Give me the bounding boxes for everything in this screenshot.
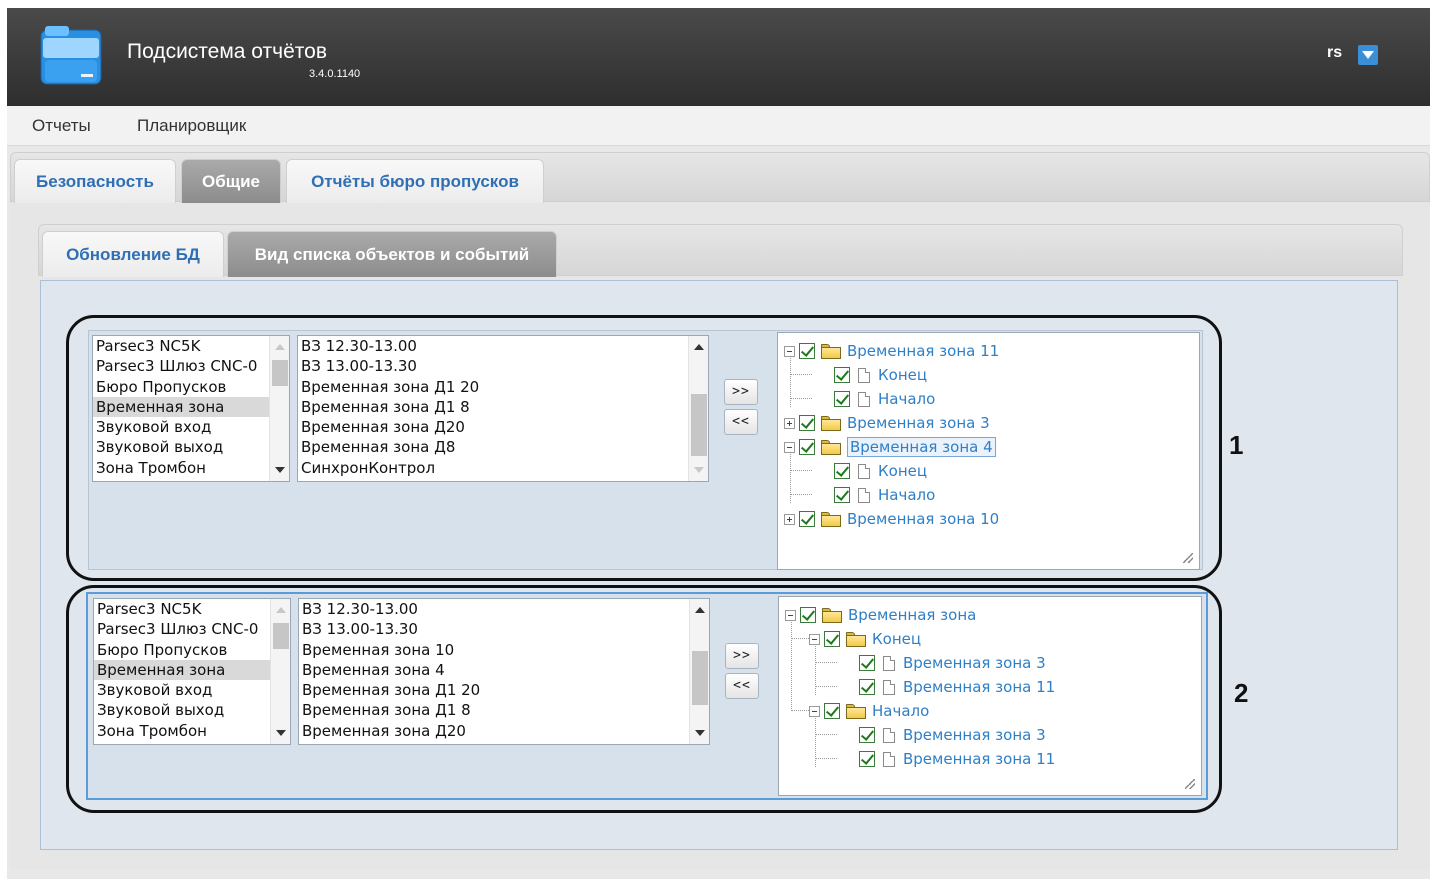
callout-number-2: 2 [1234,678,1249,708]
subtab-object-event-list-view[interactable]: Вид списка объектов и событий [227,231,557,277]
menu-item-scheduler[interactable]: Планировщик [137,116,246,136]
tab-pass-office-reports[interactable]: Отчёты бюро пропусков [286,159,544,203]
callout-number-1: 1 [1229,430,1244,460]
callout-frame-1 [66,315,1222,581]
menu-item-reports[interactable]: Отчеты [32,116,91,136]
app-header: Подсистема отчётов 3.4.0.1140 rs [7,8,1430,106]
callout-frame-2 [66,585,1222,813]
user-name[interactable]: rs [1327,44,1342,62]
subtab-db-update[interactable]: Обновление БД [42,231,224,277]
main-tabbar: Безопасность Общие Отчёты бюро пропусков [10,152,1430,203]
tab-general[interactable]: Общие [181,159,281,203]
sub-tabbar: Обновление БД Вид списка объектов и собы… [38,224,1403,277]
user-menu-dropdown-icon[interactable] [1358,45,1378,65]
app-version: 3.4.0.1140 [309,68,361,80]
menu-bar: Отчеты Планировщик [7,106,1430,146]
tab-security[interactable]: Безопасность [14,159,176,203]
folder-app-icon [40,26,102,85]
app-title: Подсистема отчётов [127,40,327,63]
